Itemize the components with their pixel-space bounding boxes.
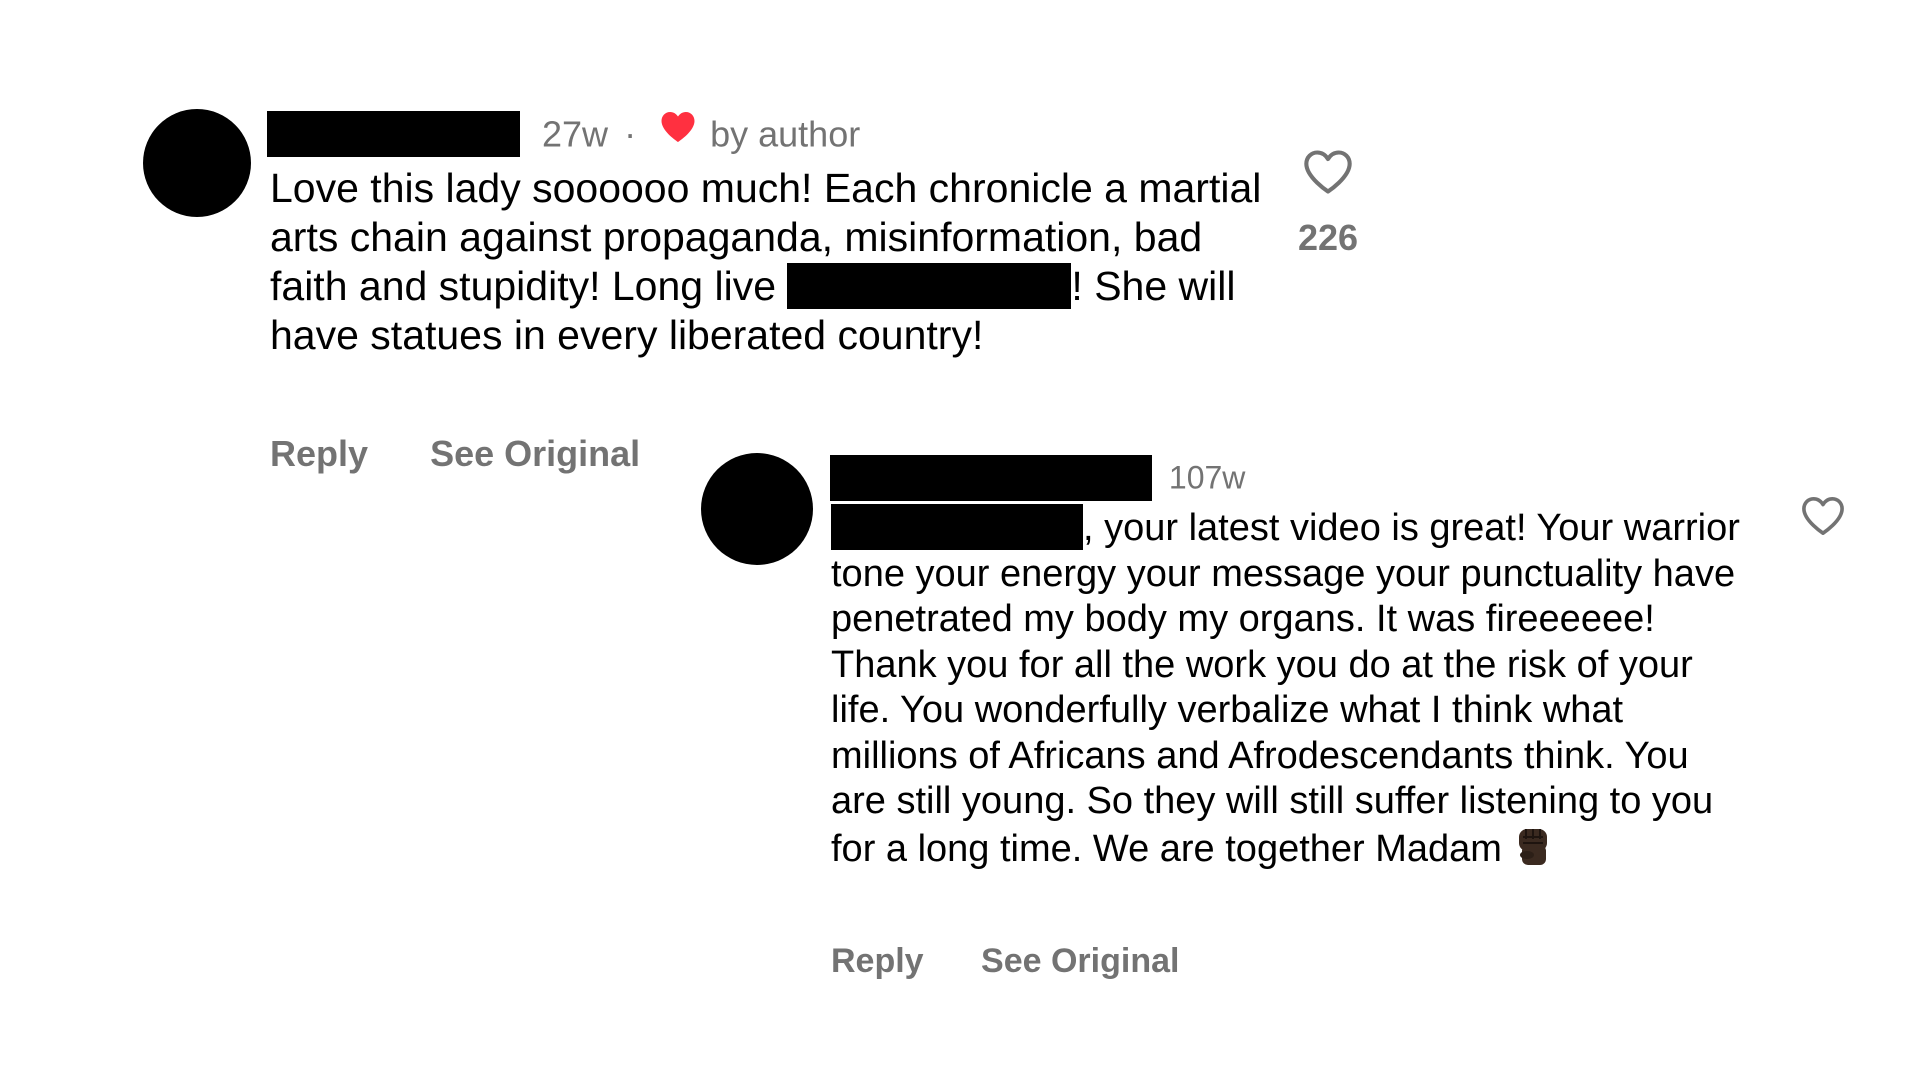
like-control: 226: [1290, 148, 1366, 259]
heart-outline-icon[interactable]: [1800, 495, 1846, 537]
liked-by-author-label: by author: [710, 113, 861, 155]
comment-meta: 107w: [830, 452, 1245, 501]
comment-meta: 27w · by author: [267, 110, 861, 158]
redacted-username[interactable]: [267, 111, 520, 158]
like-control: [1798, 495, 1848, 542]
meta-separator: ·: [624, 113, 637, 155]
comment-actions: Reply See Original: [270, 432, 640, 476]
like-count: 226: [1297, 217, 1359, 258]
comment-text: Love this lady soooooo much! Each chroni…: [270, 164, 1270, 360]
comment-time: 27w: [542, 113, 609, 155]
redacted-username[interactable]: [830, 454, 1152, 501]
reply-button[interactable]: Reply: [831, 942, 924, 980]
see-original-button[interactable]: See Original: [981, 942, 1179, 980]
see-original-button[interactable]: See Original: [430, 433, 640, 474]
comment-text: , your latest video is great! Your warri…: [831, 503, 1751, 872]
redacted-mention[interactable]: [831, 503, 1083, 550]
heart-filled-icon: [661, 112, 695, 142]
avatar[interactable]: [701, 453, 813, 565]
redacted-mention[interactable]: [787, 263, 1072, 310]
comment-actions: Reply See Original: [831, 940, 1179, 982]
comment-text-body: , your latest video is great! Your warri…: [831, 507, 1740, 870]
avatar[interactable]: [143, 109, 251, 217]
heart-outline-icon[interactable]: [1302, 148, 1354, 196]
raised-fist-emoji: [1518, 828, 1547, 865]
comment-time: 107w: [1168, 459, 1246, 496]
reply-button[interactable]: Reply: [270, 433, 368, 474]
